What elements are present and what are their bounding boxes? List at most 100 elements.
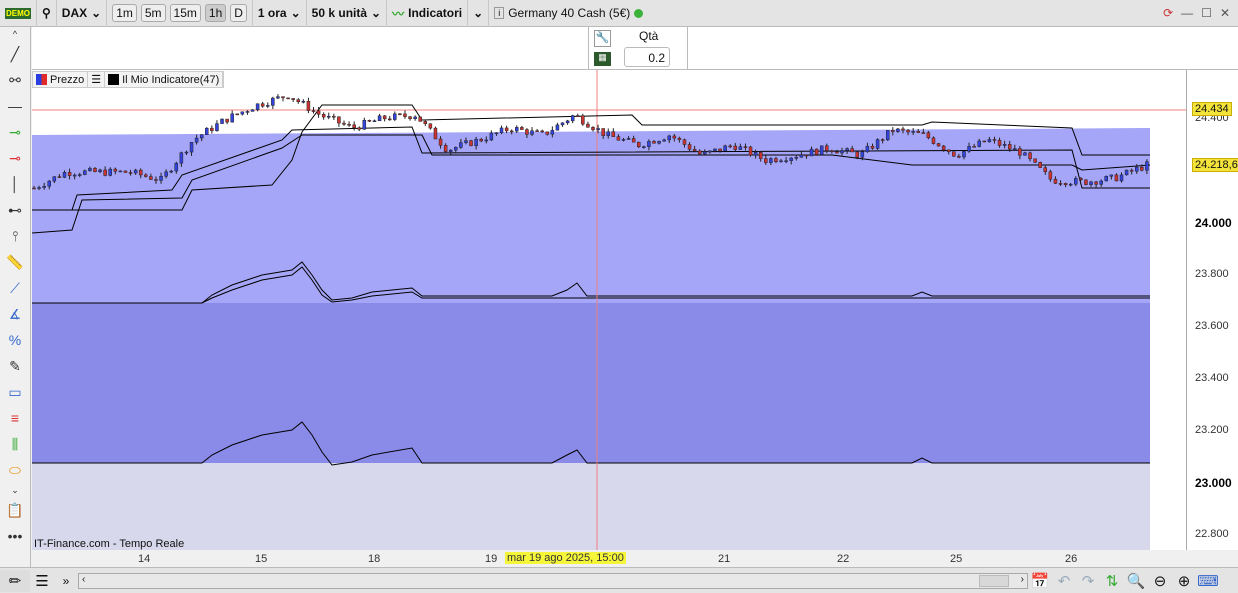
price-color-icon (36, 74, 47, 85)
keyboard-icon[interactable]: ▦ (594, 52, 611, 66)
candle-body (1007, 144, 1012, 150)
price-chart[interactable]: IT-Finance.com - Tempo Reale (31, 70, 1186, 550)
candle-body (1053, 178, 1058, 184)
rectangle-tool-icon[interactable]: ▭ (0, 379, 30, 405)
minimize-icon[interactable]: — (1181, 6, 1193, 20)
segment-tool-icon[interactable]: ⚯ (0, 67, 30, 93)
candle-body (570, 115, 575, 122)
wrench-icon[interactable]: 🔧 (594, 30, 611, 47)
candle-body (545, 131, 550, 135)
horizontal-line-icon[interactable]: — (0, 93, 30, 119)
candle-body (235, 113, 240, 116)
zoom-in-icon[interactable]: ⊕ (1172, 570, 1196, 592)
ellipse-tool-icon[interactable]: ⬭ (0, 457, 30, 483)
candle-body (880, 139, 885, 141)
candle-body (941, 145, 946, 151)
keyboard-down-icon[interactable]: ⌨ (1196, 570, 1220, 592)
candle-body (784, 160, 788, 162)
resistance-line-icon[interactable]: ⊸ (0, 145, 30, 171)
line-tool-icon[interactable]: ╱ (0, 41, 30, 67)
alerts-icon[interactable]: 📋 (0, 497, 30, 523)
more-icon[interactable]: ••• (0, 523, 30, 549)
candle-body (743, 146, 748, 148)
scroll-down-icon[interactable]: ⌄ (0, 483, 30, 497)
price-label: 22.800 (1195, 528, 1229, 540)
units-selector[interactable]: 50 k unità ⌄ (307, 0, 388, 27)
percent-tool-icon[interactable]: % (0, 327, 30, 353)
candle-body (93, 168, 97, 172)
candle-body (164, 171, 168, 177)
candle-body (1013, 148, 1017, 150)
candle-body (398, 113, 402, 116)
candle-body (347, 124, 351, 126)
ruler-icon[interactable]: 📏 (0, 249, 30, 275)
support-line-icon[interactable]: ⊸ (0, 119, 30, 145)
menu-icon[interactable]: ☰ (30, 570, 54, 592)
price-axis[interactable]: 24.400 24.000 23.800 23.600 23.400 23.20… (1186, 70, 1238, 550)
candle-body (606, 131, 610, 136)
chart-canvas[interactable] (31, 70, 1186, 550)
trend-channel-icon[interactable]: ⟋ (0, 275, 30, 301)
tf-d[interactable]: D (230, 4, 247, 22)
vertical-range-icon[interactable]: ⫯ (0, 223, 30, 249)
refresh-icon[interactable]: ⟳ (1163, 6, 1173, 20)
scroll-thumb[interactable] (979, 574, 1009, 587)
maximize-icon[interactable]: ☐ (1201, 6, 1212, 20)
candle-body (448, 149, 453, 152)
candle-body (530, 130, 534, 135)
tf-15m[interactable]: 15m (169, 4, 201, 22)
legend-price[interactable]: Prezzo (33, 72, 89, 87)
candle-body (987, 139, 992, 143)
time-axis[interactable]: 14 15 18 19 21 22 25 26 mar 19 ago 2025,… (32, 550, 1238, 567)
candle-body (357, 127, 361, 130)
vertical-line-icon[interactable]: │ (0, 171, 30, 197)
legend-indicator[interactable]: Il Mio Indicatore(47) (105, 72, 224, 87)
candle-body (504, 127, 509, 132)
scroll-left-icon[interactable]: ‹ (82, 574, 85, 585)
calendar-icon[interactable]: 📅 (1028, 570, 1052, 592)
candle-body (260, 103, 265, 107)
candle-body (657, 140, 661, 144)
candle-body (809, 148, 814, 157)
pencil-icon[interactable]: ✎ (0, 353, 30, 379)
list-icon[interactable]: ☰ (88, 72, 106, 87)
tf-1h[interactable]: 1h (204, 4, 227, 22)
candle-body (489, 132, 494, 141)
fibonacci-icon[interactable]: ≡ (0, 405, 30, 431)
tf-1m[interactable]: 1m (112, 4, 137, 22)
candle-body (499, 127, 504, 134)
symbol-selector[interactable]: DAX ⌄ (57, 0, 108, 27)
candle-body (636, 141, 641, 148)
zoom-fit-icon[interactable]: 🔍 (1124, 570, 1148, 592)
undo-icon[interactable]: ↶ (1052, 570, 1076, 592)
horizontal-scrollbar[interactable]: ‹ › (78, 572, 1028, 589)
candle-body (870, 145, 875, 149)
bars-tool-icon[interactable]: ⫼ (0, 431, 30, 457)
candle-body (652, 141, 656, 144)
range-tool-icon[interactable]: ⊷ (0, 197, 30, 223)
zoom-out-icon[interactable]: ⊖ (1148, 570, 1172, 592)
pencil-settings-icon[interactable]: ✏ (0, 569, 30, 592)
indicators-button[interactable]: 〰 Indicatori (387, 0, 469, 27)
candle-body (443, 145, 448, 152)
auto-scale-icon[interactable]: ⇅ (1100, 570, 1124, 592)
redo-icon[interactable]: ↷ (1076, 570, 1100, 592)
scroll-up-icon[interactable]: ^ (0, 27, 30, 41)
candle-body (875, 139, 880, 149)
indicators-dropdown[interactable]: ⌄ (468, 0, 490, 27)
expand-icon[interactable]: » (54, 570, 78, 592)
candle-body (1079, 178, 1083, 181)
candle-body (1043, 167, 1048, 172)
candle-body (555, 124, 560, 131)
period-selector[interactable]: 1 ora ⌄ (253, 0, 307, 27)
candle-body (199, 134, 204, 139)
angle-tool-icon[interactable]: ∡ (0, 301, 30, 327)
link-icon[interactable]: ⚲ (37, 0, 57, 27)
candle-body (835, 151, 839, 154)
qty-input[interactable]: 0.2 (624, 47, 670, 67)
close-icon[interactable]: ✕ (1220, 6, 1230, 20)
tf-5m[interactable]: 5m (140, 4, 166, 22)
candle-body (1109, 174, 1114, 177)
info-icon[interactable]: i (494, 7, 505, 19)
scroll-right-icon[interactable]: › (1021, 574, 1024, 585)
